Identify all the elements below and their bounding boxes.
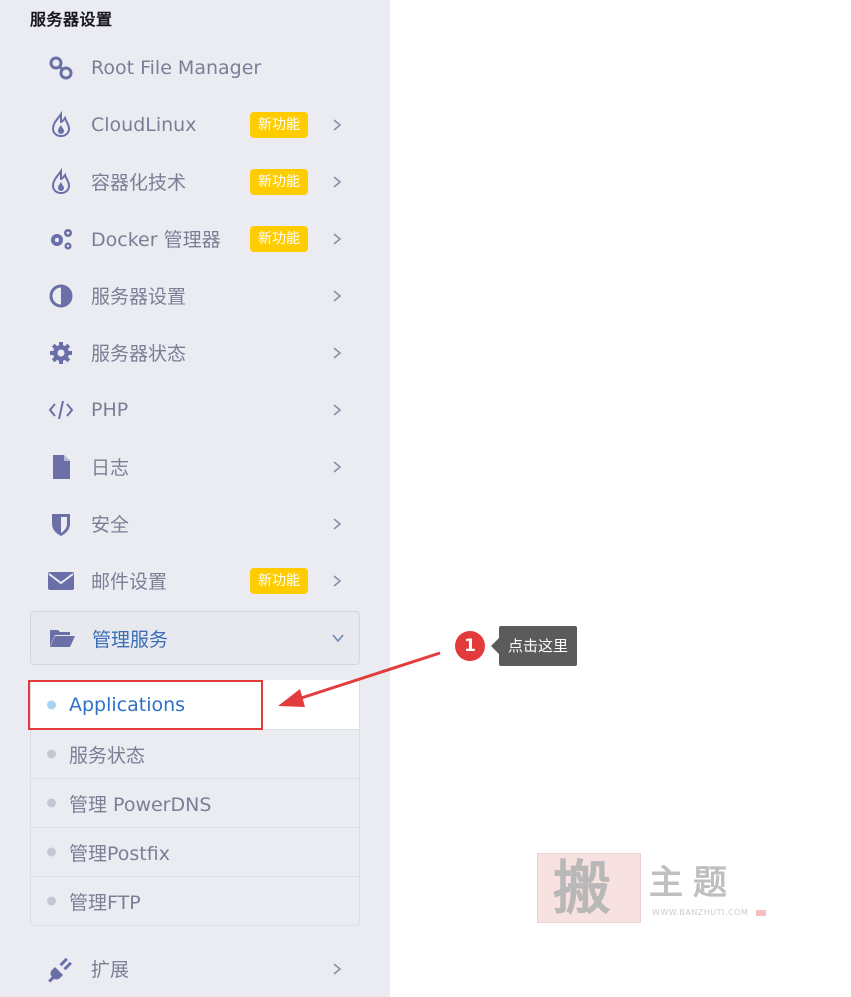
chevron-right-icon xyxy=(333,346,342,359)
bullet-dot-icon xyxy=(47,700,56,709)
chevron-right-icon xyxy=(333,460,342,473)
sidebar-item-label: 日志 xyxy=(91,457,130,479)
submenu-item-service-status[interactable]: 服务状态 xyxy=(31,729,359,778)
bullet-dot-icon xyxy=(47,749,56,759)
chevron-right-icon xyxy=(333,118,342,131)
sidebar-item-server-settings[interactable]: 服务器设置 xyxy=(30,267,360,324)
sidebar-item-label: 邮件设置 xyxy=(91,571,168,593)
step-number-badge: 1 xyxy=(455,631,485,661)
sidebar-menu: Root File Manager CloudLinux 新功能 容器化技术 新… xyxy=(30,39,360,665)
chevron-right-icon xyxy=(333,175,342,188)
gear-icon xyxy=(46,338,76,368)
sidebar-item-extensions[interactable]: 扩展 xyxy=(30,940,360,997)
new-feature-badge: 新功能 xyxy=(250,168,308,195)
chevron-right-icon xyxy=(333,232,342,245)
sidebar-item-label: 扩展 xyxy=(91,959,130,981)
sidebar-item-containerization[interactable]: 容器化技术 新功能 xyxy=(30,153,360,210)
new-feature-badge: 新功能 xyxy=(250,225,308,252)
watermark-accent-bar xyxy=(756,910,766,916)
sidebar-item-cloudlinux[interactable]: CloudLinux 新功能 xyxy=(30,96,360,153)
envelope-icon xyxy=(46,566,76,596)
sidebar-item-label: CloudLinux xyxy=(91,113,197,136)
annotation-tooltip: 点击这里 xyxy=(490,626,578,666)
plug-icon xyxy=(46,954,76,984)
sidebar-item-label: Root File Manager xyxy=(91,56,262,79)
shield-icon xyxy=(46,509,76,539)
sidebar-item-label: Docker 管理器 xyxy=(91,229,221,251)
annotation-arrow xyxy=(278,651,441,707)
sidebar-item-label: 安全 xyxy=(91,514,130,536)
sidebar-item-root-file-manager[interactable]: Root File Manager xyxy=(30,39,360,96)
chevron-right-icon xyxy=(333,289,342,302)
gears-icon xyxy=(46,224,76,254)
link-icon xyxy=(46,53,76,83)
sidebar-item-mail-settings[interactable]: 邮件设置 新功能 xyxy=(30,552,360,609)
chevron-right-icon xyxy=(333,403,342,416)
file-icon xyxy=(46,452,76,482)
watermark: 搬 主题 WWW.BANZHUTI.COM xyxy=(537,853,767,923)
chevron-right-icon xyxy=(333,574,342,587)
sidebar-item-security[interactable]: 安全 xyxy=(30,495,360,552)
chevron-down-icon xyxy=(332,634,344,643)
sidebar: 服务器设置 Root File Manager CloudLinux 新功能 容… xyxy=(0,0,390,997)
sidebar-item-logs[interactable]: 日志 xyxy=(30,438,360,495)
submenu-item-label: 管理Postfix xyxy=(69,842,170,865)
sidebar-item-server-status[interactable]: 服务器状态 xyxy=(30,324,360,381)
submenu-item-manage-ftp[interactable]: 管理FTP xyxy=(31,876,359,925)
sidebar-section-title: 服务器设置 xyxy=(30,10,113,29)
sidebar-item-label: 管理服务 xyxy=(92,628,169,651)
submenu-item-label: 管理FTP xyxy=(69,891,141,914)
chevron-right-icon xyxy=(333,517,342,530)
watermark-url: WWW.BANZHUTI.COM xyxy=(652,908,749,917)
bullet-dot-icon xyxy=(47,798,56,808)
sidebar-item-php[interactable]: PHP xyxy=(30,381,360,438)
watermark-seal-char: 搬 xyxy=(553,854,612,922)
submenu-item-manage-powerdns[interactable]: 管理 PowerDNS xyxy=(31,778,359,827)
half-circle-icon xyxy=(46,281,76,311)
sidebar-item-label: PHP xyxy=(91,398,129,421)
sidebar-item-label: 服务器设置 xyxy=(91,286,187,308)
bullet-dot-icon xyxy=(47,847,56,857)
chevron-right-icon xyxy=(333,962,342,975)
submenu-item-manage-postfix[interactable]: 管理Postfix xyxy=(31,827,359,876)
code-icon xyxy=(46,395,76,425)
flame-icon xyxy=(46,110,76,140)
sidebar-item-label: 服务器状态 xyxy=(91,343,187,365)
watermark-text: 主题 xyxy=(649,863,737,903)
submenu-item-label: 管理 PowerDNS xyxy=(69,793,212,816)
submenu-item-label: Applications xyxy=(69,693,186,716)
folder-open-icon xyxy=(47,623,77,653)
manage-services-submenu: Applications 服务状态 管理 PowerDNS 管理Postfix … xyxy=(30,680,360,926)
new-feature-badge: 新功能 xyxy=(250,567,308,594)
bullet-dot-icon xyxy=(47,896,56,906)
flame-icon xyxy=(46,167,76,197)
watermark-seal: 搬 xyxy=(537,853,641,923)
sidebar-item-docker-manager[interactable]: Docker 管理器 新功能 xyxy=(30,210,360,267)
submenu-item-label: 服务状态 xyxy=(69,744,146,767)
sidebar-item-label: 容器化技术 xyxy=(91,172,187,194)
new-feature-badge: 新功能 xyxy=(250,111,308,138)
